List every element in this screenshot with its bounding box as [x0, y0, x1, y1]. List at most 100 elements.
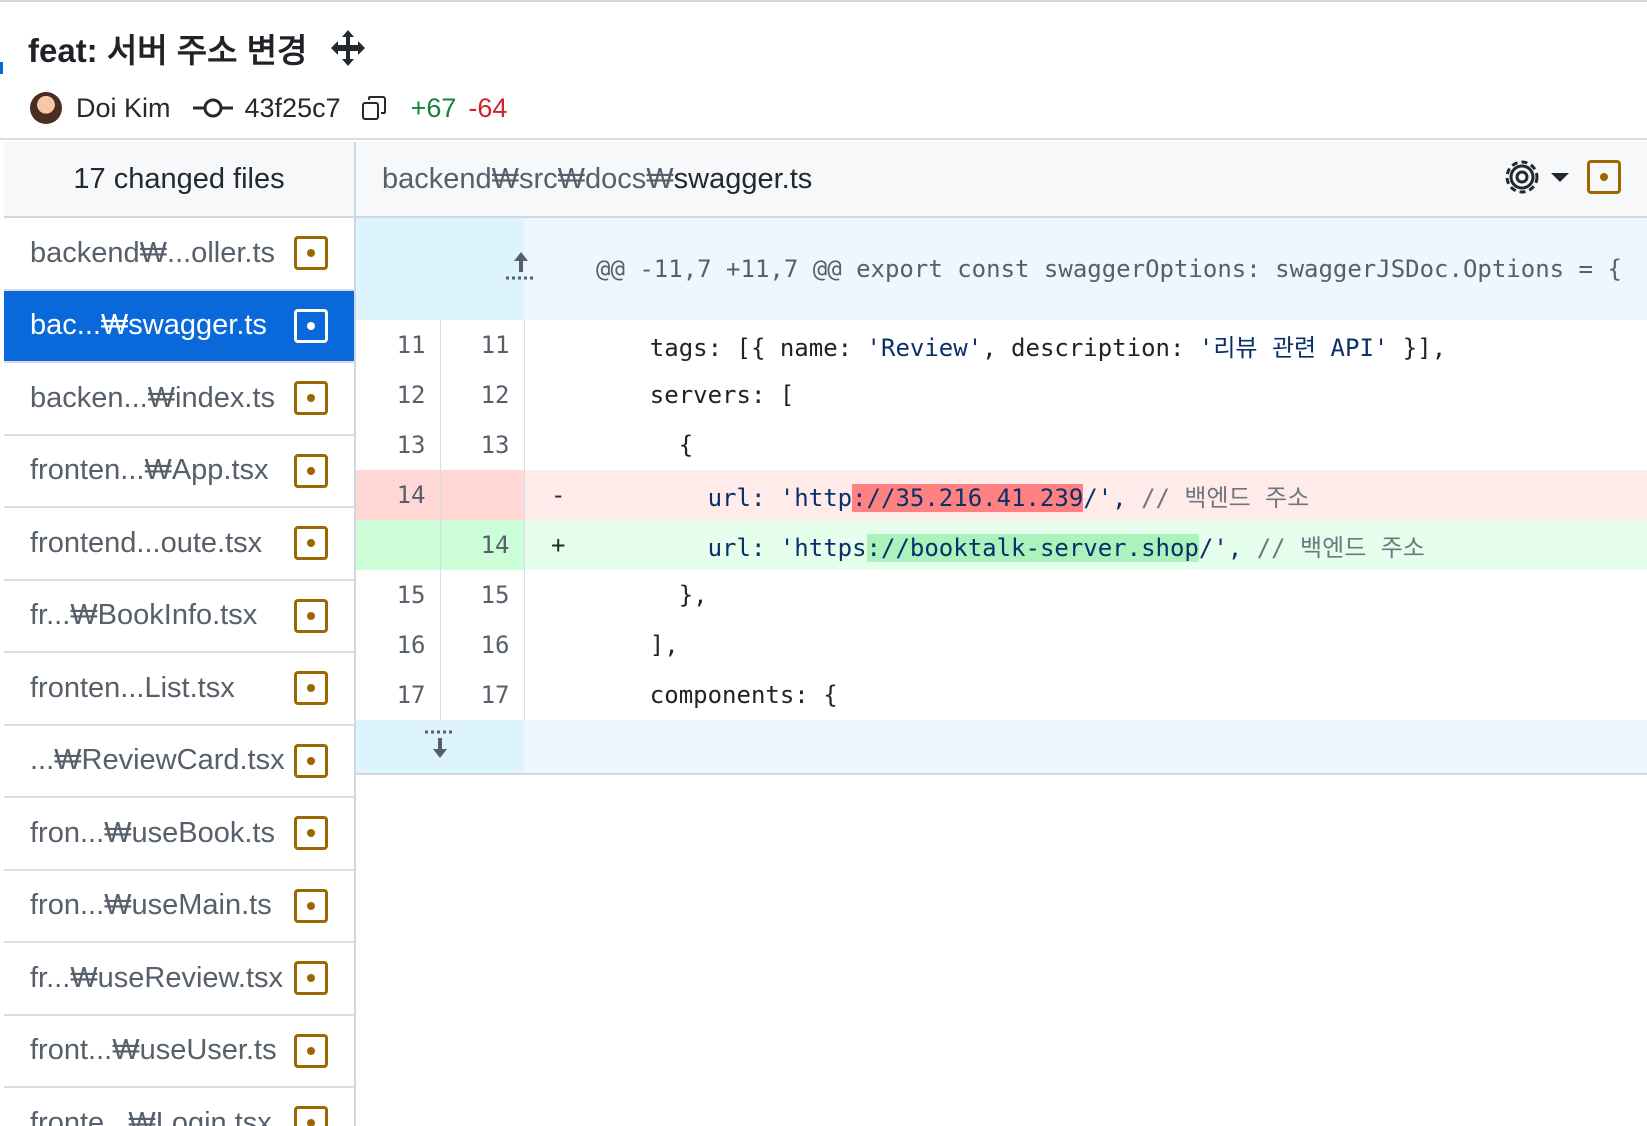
expand-down-spacer: [524, 720, 1647, 775]
code-text: },: [592, 581, 708, 609]
copy-icon[interactable]: [361, 95, 387, 121]
code-highlight: ://booktalk-server.shop: [866, 533, 1199, 562]
old-line-number[interactable]: 13: [356, 420, 441, 470]
file-path-name: swagger.ts: [673, 162, 813, 195]
code-line: },: [592, 570, 1647, 620]
file-list-item[interactable]: fron...₩useBook.ts: [4, 798, 354, 871]
file-modified-icon: [294, 526, 328, 561]
diff-sign: [524, 670, 592, 720]
diff-line-context: 13 13 {: [356, 420, 1647, 470]
commit-title-row: feat: 서버 주소 변경: [28, 26, 367, 70]
author-name[interactable]: Doi Kim: [76, 93, 171, 124]
expand-down-button[interactable]: [356, 720, 524, 775]
file-list-item-label: fronten...List.tsx: [30, 671, 235, 704]
diff-table: @@ -11,7 +11,7 @@ export const swaggerOp…: [356, 218, 1647, 775]
file-list-item-label: fr...₩BookInfo.tsx: [30, 599, 258, 632]
gear-icon[interactable]: [1501, 156, 1543, 198]
additions-count: +67: [410, 92, 457, 123]
new-line-number[interactable]: 16: [440, 620, 525, 670]
settings-dropdown[interactable]: [1501, 156, 1571, 198]
file-list-item[interactable]: fr...₩useReview.tsx: [4, 943, 354, 1016]
diff-panel: backend₩src₩docs₩ swagger.ts @@ -11,7 +1…: [356, 142, 1647, 1126]
diff-line-added: 14 + url: 'https://booktalk-server.shop/'…: [356, 520, 1647, 570]
code-line: url: 'http://35.216.41.239/', // 백엔드 주소: [592, 470, 1647, 520]
file-modified-icon: [294, 236, 328, 271]
expand-down-row: [356, 720, 1647, 775]
new-line-number[interactable]: 11: [440, 320, 525, 370]
file-list-item[interactable]: fr...₩BookInfo.tsx: [4, 581, 354, 653]
code-suffix: /',: [1083, 483, 1142, 512]
file-list-item[interactable]: front...₩useUser.ts: [4, 1016, 354, 1088]
new-line-number[interactable]: 15: [440, 570, 525, 620]
diff-line-context: 12 12 servers: [: [356, 370, 1647, 420]
code-comment: // 백엔드 주소: [1141, 483, 1310, 512]
diff-sign: [524, 570, 592, 620]
old-line-number[interactable]: 12: [356, 370, 441, 420]
file-list-item[interactable]: fronten...₩App.tsx: [4, 436, 354, 508]
code-text: {: [592, 431, 694, 459]
expand-up-button[interactable]: [356, 218, 536, 320]
code-line: tags: [{ name: 'Review', description: '리…: [592, 320, 1647, 370]
code-text: servers: [: [592, 381, 795, 409]
file-list: backend₩...oller.ts bac...₩swagger.ts back…: [4, 218, 354, 1126]
old-line-number[interactable]: 15: [356, 570, 441, 620]
new-line-number[interactable]: 17: [440, 670, 525, 720]
deletions-count: -64: [468, 92, 508, 123]
file-list-item[interactable]: fronte...₩Login.tsx: [4, 1088, 354, 1126]
old-line-number[interactable]: [356, 520, 441, 570]
move-arrows-icon[interactable]: [329, 28, 367, 68]
hunk-header-row: @@ -11,7 +11,7 @@ export const swaggerOp…: [356, 218, 1647, 320]
new-line-number[interactable]: 14: [440, 520, 525, 570]
code-line: {: [592, 420, 1647, 470]
diff-sign: [524, 420, 592, 470]
diff-line-context: 11 11 tags: [{ name: 'Review', descriptio…: [356, 320, 1647, 370]
diff-sign: [524, 620, 592, 670]
file-modified-icon: [294, 453, 328, 488]
changed-files-header: 17 changed files: [4, 142, 354, 218]
old-line-number[interactable]: 11: [356, 320, 441, 370]
diff-sign: -: [524, 470, 592, 520]
code-line: url: 'https://booktalk-server.shop/', //…: [592, 520, 1647, 570]
chevron-down-icon[interactable]: [1549, 170, 1571, 184]
author-avatar[interactable]: [30, 92, 62, 124]
code-line: servers: [: [592, 370, 1647, 420]
expand-down-icon[interactable]: [420, 724, 460, 764]
diff-sign: +: [524, 520, 592, 570]
file-list-item[interactable]: fronten...List.tsx: [4, 653, 354, 726]
diff-line-context: 16 16 ],: [356, 620, 1647, 670]
code-suffix: /',: [1198, 533, 1257, 562]
code-text: ],: [592, 631, 679, 659]
diff-sign: [524, 370, 592, 420]
old-line-number[interactable]: 14: [356, 470, 441, 520]
file-list-item[interactable]: backend₩...oller.ts: [4, 218, 354, 291]
file-path-prefix: backend₩src₩docs₩: [382, 162, 674, 195]
file-list-item[interactable]: bac...₩swagger.ts: [4, 290, 354, 363]
file-list-item[interactable]: backen...₩index.ts: [4, 363, 354, 436]
file-list-item[interactable]: frontend...oute.tsx: [4, 508, 354, 581]
expand-up-icon[interactable]: [501, 246, 541, 286]
file-modified-icon: [294, 381, 328, 416]
file-modified-icon: [294, 1033, 328, 1068]
file-list-item-label: fron...₩useMain.ts: [30, 889, 272, 922]
file-list-item-label: fronte...₩Login.tsx: [30, 1106, 272, 1126]
new-line-number[interactable]: 12: [440, 370, 525, 420]
file-list-item[interactable]: ...₩ReviewCard.tsx: [4, 726, 354, 798]
code-text: tags: [{ name: 'Review', description: '리…: [592, 333, 1447, 362]
git-commit-icon: [192, 98, 233, 118]
file-list-item[interactable]: fron...₩useMain.ts: [4, 871, 354, 943]
old-line-number[interactable]: 17: [356, 670, 441, 720]
code-highlight: ://35.216.41.239: [852, 483, 1084, 512]
file-modified-icon: [294, 888, 328, 923]
new-line-number[interactable]: [440, 470, 525, 520]
code-line: ],: [592, 620, 1647, 670]
file-list-sidebar: 17 changed files backend₩...oller.ts bac.…: [4, 142, 356, 1126]
new-line-number[interactable]: 13: [440, 420, 525, 470]
code-prefix: url: 'https: [592, 533, 867, 562]
file-list-item-label: fron...₩useBook.ts: [30, 816, 275, 849]
commit-header: feat: 서버 주소 변경 Doi Kim 43f25c7 +67 -64: [0, 0, 1647, 140]
file-list-item-label: bac...₩swagger.ts: [30, 309, 267, 342]
file-list-item-label: backend₩...oller.ts: [30, 236, 275, 269]
file-list-item-label: backen...₩index.ts: [30, 381, 275, 414]
old-line-number[interactable]: 16: [356, 620, 441, 670]
commit-hash: 43f25c7: [244, 92, 341, 123]
